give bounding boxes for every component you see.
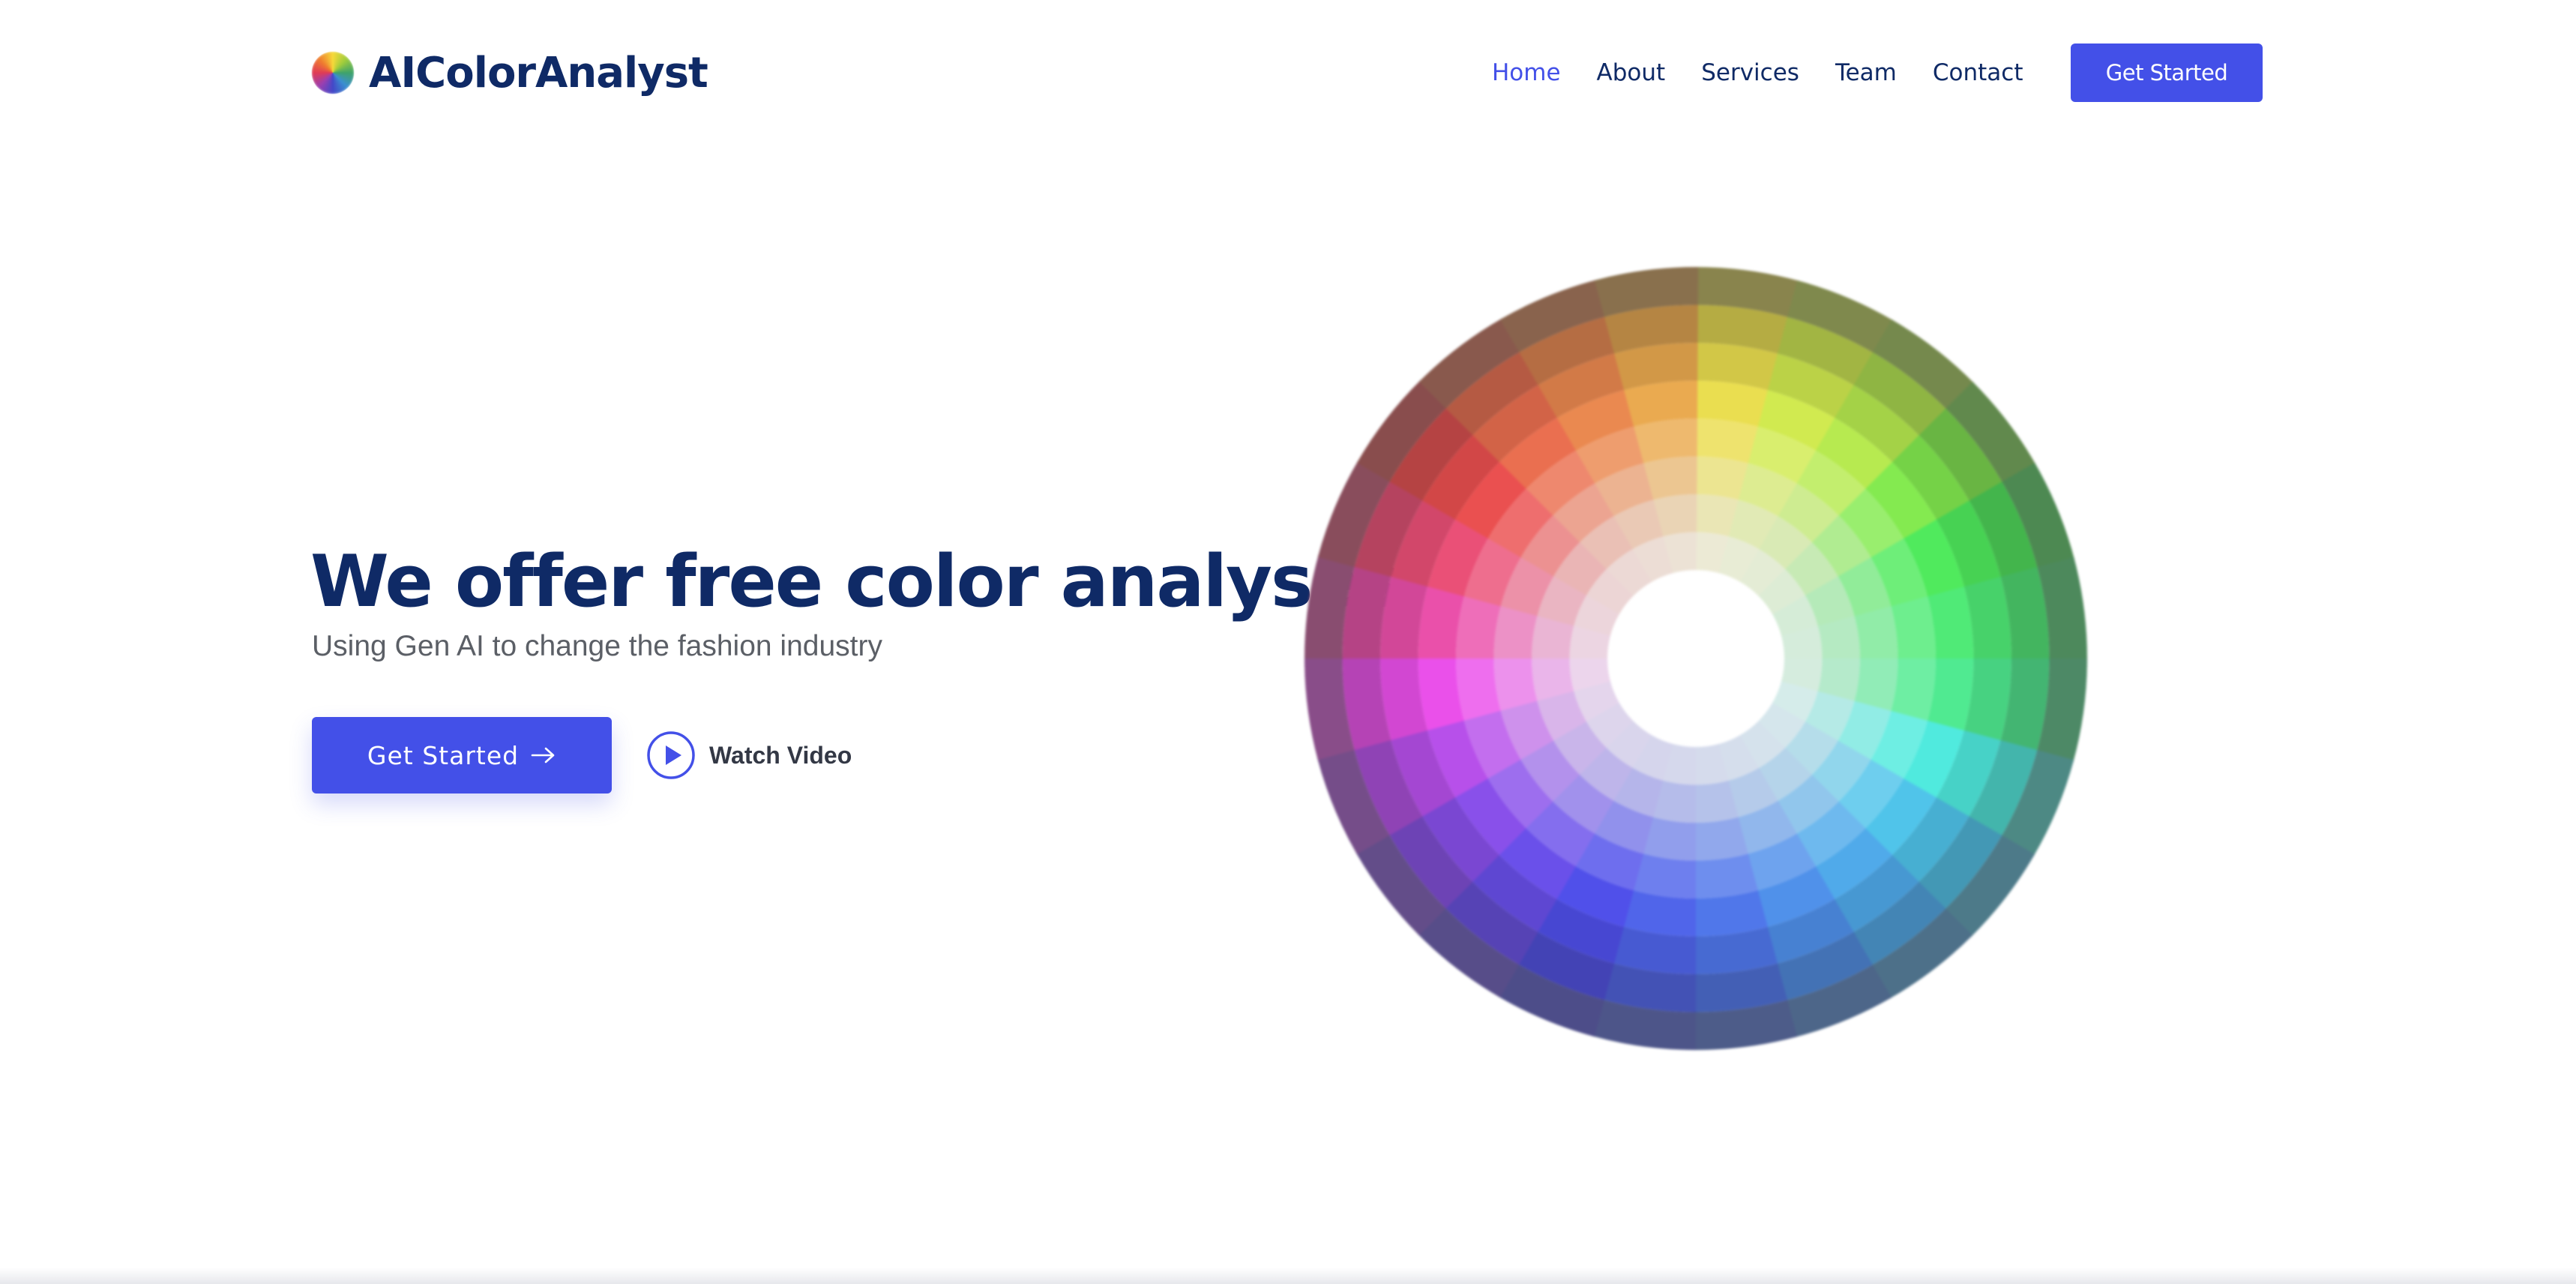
hero-subtitle: Using Gen AI to change the fashion indus… xyxy=(312,630,882,662)
color-wheel-graphic xyxy=(1304,267,2087,1050)
section-divider xyxy=(0,1268,2576,1284)
site-header: AIColorAnalyst Home About Services Team … xyxy=(0,0,2576,146)
nav-home[interactable]: Home xyxy=(1492,59,1561,86)
main-nav: Home About Services Team Contact xyxy=(1492,44,2059,102)
landing-page: AIColorAnalyst Home About Services Team … xyxy=(0,0,2576,1284)
arrow-right-icon xyxy=(531,747,555,764)
hero-title: We offer free color analyses xyxy=(310,541,1401,623)
play-circle-icon xyxy=(647,731,695,779)
color-wheel-logo-icon xyxy=(312,52,354,94)
header-get-started-button[interactable]: Get Started xyxy=(2071,44,2263,102)
nav-contact[interactable]: Contact xyxy=(1933,59,2023,86)
nav-about[interactable]: About xyxy=(1597,59,1666,86)
brand-name: AIColorAnalyst xyxy=(369,48,708,98)
nav-team[interactable]: Team xyxy=(1835,59,1897,86)
hero-get-started-label: Get Started xyxy=(367,740,520,770)
nav-services[interactable]: Services xyxy=(1701,59,1799,86)
brand-logo[interactable]: AIColorAnalyst xyxy=(312,45,708,100)
hero-get-started-button[interactable]: Get Started xyxy=(312,717,612,794)
color-wheel-illustration xyxy=(1304,267,2087,1050)
watch-video-label: Watch Video xyxy=(709,741,852,769)
watch-video-link[interactable]: Watch Video xyxy=(646,730,852,780)
